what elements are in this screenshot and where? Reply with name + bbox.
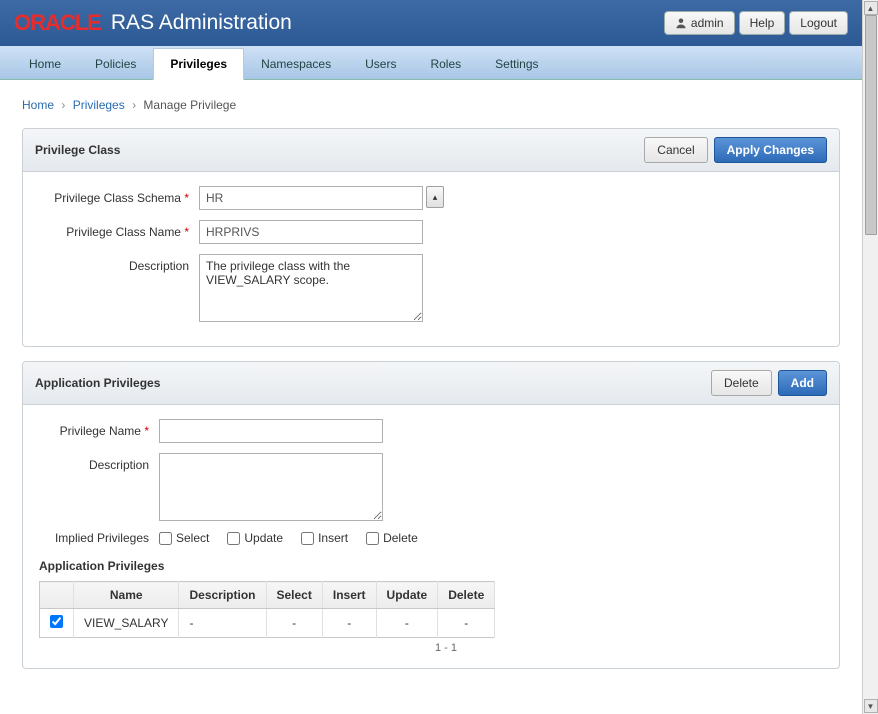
row-delete: - xyxy=(438,609,495,638)
tab-roles[interactable]: Roles xyxy=(413,48,478,79)
row-update: - xyxy=(376,609,438,638)
row-name: VIEW_SALARY xyxy=(74,609,179,638)
implied-select-checkbox[interactable] xyxy=(159,532,172,545)
breadcrumb-sep-icon: › xyxy=(132,98,136,112)
help-button[interactable]: Help xyxy=(739,11,786,35)
implied-insert-option[interactable]: Insert xyxy=(301,531,348,545)
row-insert: - xyxy=(322,609,376,638)
user-menu-button[interactable]: admin xyxy=(664,11,735,35)
user-label: admin xyxy=(691,16,724,30)
implied-delete-option[interactable]: Delete xyxy=(366,531,418,545)
app-privs-title: Application Privileges xyxy=(35,376,160,390)
row-checkbox[interactable] xyxy=(50,615,63,628)
priv-desc-label: Description xyxy=(39,453,159,472)
breadcrumb-sep-icon: › xyxy=(61,98,65,112)
implied-select-option[interactable]: Select xyxy=(159,531,209,545)
privilege-class-title: Privilege Class xyxy=(35,143,120,157)
app-privs-table: Name Description Select Insert Update De… xyxy=(39,581,495,638)
breadcrumb-privileges[interactable]: Privileges xyxy=(73,98,125,112)
class-name-input[interactable] xyxy=(199,220,423,244)
priv-name-input[interactable] xyxy=(159,419,383,443)
scroll-down-icon[interactable]: ▼ xyxy=(864,699,878,713)
cancel-button[interactable]: Cancel xyxy=(644,137,707,163)
tab-namespaces[interactable]: Namespaces xyxy=(244,48,348,79)
col-insert[interactable]: Insert xyxy=(322,582,376,609)
main-tabs: Home Policies Privileges Namespaces User… xyxy=(0,46,862,80)
tab-policies[interactable]: Policies xyxy=(78,48,153,79)
implied-update-option[interactable]: Update xyxy=(227,531,283,545)
scroll-up-icon[interactable]: ▲ xyxy=(864,1,878,15)
apply-changes-button[interactable]: Apply Changes xyxy=(714,137,827,163)
schema-label: Privilege Class Schema * xyxy=(39,186,199,205)
breadcrumb: Home › Privileges › Manage Privilege xyxy=(22,98,840,112)
class-desc-label: Description xyxy=(39,254,199,273)
col-delete[interactable]: Delete xyxy=(438,582,495,609)
schema-input[interactable] xyxy=(199,186,423,210)
row-select: - xyxy=(266,609,322,638)
implied-update-checkbox[interactable] xyxy=(227,532,240,545)
implied-delete-checkbox[interactable] xyxy=(366,532,379,545)
col-update[interactable]: Update xyxy=(376,582,438,609)
tab-users[interactable]: Users xyxy=(348,48,413,79)
implied-label: Implied Privileges xyxy=(39,531,159,545)
priv-desc-textarea[interactable] xyxy=(159,453,383,521)
tab-settings[interactable]: Settings xyxy=(478,48,555,79)
priv-name-label: Privilege Name * xyxy=(39,419,159,438)
logout-button[interactable]: Logout xyxy=(789,11,848,35)
scroll-thumb[interactable] xyxy=(865,15,877,235)
delete-button[interactable]: Delete xyxy=(711,370,772,396)
col-checkbox xyxy=(40,582,74,609)
tab-privileges[interactable]: Privileges xyxy=(153,48,244,80)
breadcrumb-current: Manage Privilege xyxy=(143,98,236,112)
table-pager: 1 - 1 xyxy=(39,642,457,654)
class-desc-textarea[interactable] xyxy=(199,254,423,322)
col-desc[interactable]: Description xyxy=(179,582,266,609)
app-privs-table-title: Application Privileges xyxy=(39,559,823,573)
vertical-scrollbar[interactable]: ▲ ▼ xyxy=(862,0,878,714)
breadcrumb-home[interactable]: Home xyxy=(22,98,54,112)
implied-insert-checkbox[interactable] xyxy=(301,532,314,545)
table-row[interactable]: VIEW_SALARY - - - - - xyxy=(40,609,495,638)
scroll-track[interactable] xyxy=(864,15,878,699)
col-select[interactable]: Select xyxy=(266,582,322,609)
application-privileges-panel: Application Privileges Delete Add Privil… xyxy=(22,361,840,669)
tab-home[interactable]: Home xyxy=(12,48,78,79)
app-header: ORACLE RAS Administration admin Help Log… xyxy=(0,0,862,46)
col-name[interactable]: Name xyxy=(74,582,179,609)
app-title: RAS Administration xyxy=(111,11,292,35)
class-name-label: Privilege Class Name * xyxy=(39,220,199,239)
add-button[interactable]: Add xyxy=(778,370,827,396)
row-desc: - xyxy=(179,609,266,638)
oracle-logo: ORACLE xyxy=(14,10,101,36)
privilege-class-panel: Privilege Class Cancel Apply Changes Pri… xyxy=(22,128,840,347)
schema-dropdown-icon[interactable]: ▴ xyxy=(426,186,444,208)
user-icon xyxy=(675,17,687,29)
